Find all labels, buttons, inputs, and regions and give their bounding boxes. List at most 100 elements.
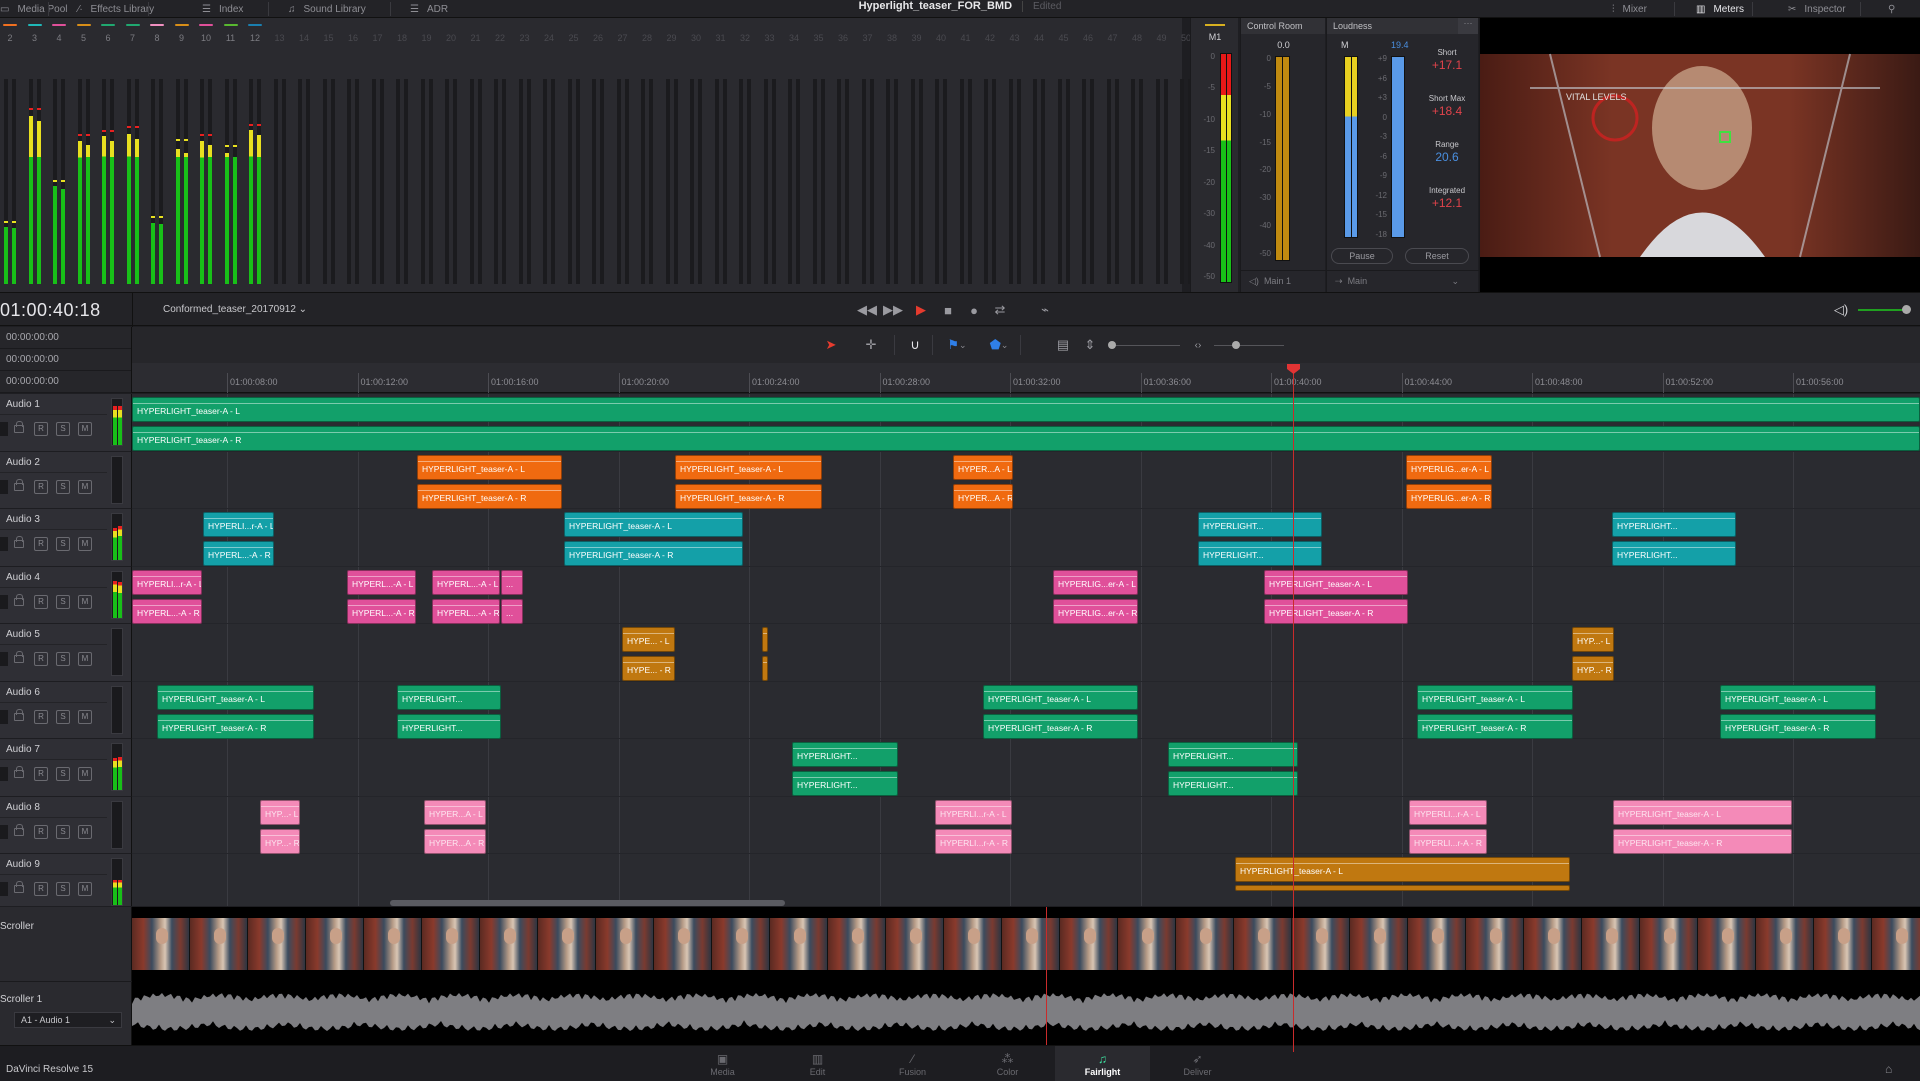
audio-clip[interactable]: HYPERLIGHT... (1612, 512, 1736, 537)
record-arm-button[interactable]: R (34, 537, 48, 551)
bridge-channel-inactive[interactable]: 34 (784, 18, 808, 292)
page-tab-fairlight[interactable]: ♫ Fairlight (1055, 1046, 1150, 1081)
audio-clip[interactable]: HYPERLIGHT... (1198, 512, 1322, 537)
audio-clip[interactable]: HYPERLIGHT_teaser-A - L (675, 454, 822, 480)
bridge-channel[interactable]: 8 (147, 18, 171, 292)
bridge-channel-inactive[interactable]: 26 (588, 18, 612, 292)
lock-icon[interactable] (14, 823, 24, 836)
adr-button[interactable]: ☰ ADR (410, 0, 448, 18)
audio-clip[interactable]: ... (501, 598, 523, 624)
mute-button[interactable]: M (78, 709, 92, 724)
audio-clip[interactable]: HYPERLI...r-A - L (203, 512, 274, 537)
metadata-button[interactable]: ⚲ (1888, 0, 1895, 18)
audio-clip[interactable]: HYPERLIGHT_teaser-A - R (1720, 713, 1876, 739)
record-arm-button[interactable]: R (34, 479, 48, 494)
bridge-channel-inactive[interactable]: 25 (564, 18, 588, 292)
solo-button[interactable]: S (56, 537, 70, 551)
page-tab-deliver[interactable]: ➶ Deliver (1150, 1046, 1245, 1081)
record-arm-button[interactable]: R (34, 824, 48, 839)
mute-button[interactable]: M (78, 422, 92, 436)
audio-clip[interactable]: HYPERLIGHT_teaser-A - L (1613, 799, 1792, 825)
audio-clip[interactable]: HYPERLI...r-A - R (935, 828, 1012, 854)
stop-button[interactable]: ■ (939, 301, 957, 319)
bridge-channel[interactable]: 5 (74, 18, 98, 292)
rewind-button[interactable]: ◀◀ (857, 301, 877, 319)
track-layout-button[interactable]: ▤ (1052, 336, 1074, 354)
bridge-channel[interactable]: 11 (221, 18, 245, 292)
audio-clip[interactable]: HYPERLIGHT_teaser-A - L (1264, 569, 1408, 595)
audio-clip[interactable]: HYPERLIGHT_teaser-A - L (983, 684, 1138, 710)
mute-button[interactable]: M (78, 767, 92, 781)
bridge-channel-inactive[interactable]: 29 (662, 18, 686, 292)
bridge-channel-inactive[interactable]: 35 (809, 18, 833, 292)
bridge-channel[interactable]: 7 (123, 18, 147, 292)
bridge-channel-inactive[interactable]: 17 (368, 18, 392, 292)
track-lane[interactable]: HYP...- L HYP...- R HYPER...A - L HYPER...A… (132, 796, 1920, 854)
solo-button[interactable]: S (56, 422, 70, 436)
lock-icon[interactable] (14, 536, 24, 548)
fast-forward-button[interactable]: ▶▶ (883, 301, 903, 319)
audio-clip[interactable]: HYPERL...-A - R (132, 598, 202, 624)
page-tab-color[interactable]: ⁂ Color (960, 1046, 1055, 1081)
audio-clip[interactable]: HYPERLIGHT_teaser-A - R (417, 483, 562, 509)
solo-button[interactable]: S (56, 882, 70, 896)
video-filmstrip[interactable] (132, 918, 1920, 970)
bridge-channel-inactive[interactable]: 38 (882, 18, 906, 292)
mute-button[interactable]: M (78, 652, 92, 666)
bridge-channel-inactive[interactable]: 13 (270, 18, 294, 292)
page-tab-fusion[interactable]: ⁄ Fusion (865, 1046, 960, 1081)
record-arm-button[interactable]: R (34, 594, 48, 609)
home-icon[interactable]: ⌂ (1885, 1062, 1892, 1076)
bridge-channel-inactive[interactable]: 48 (1127, 18, 1151, 292)
bridge-channel[interactable]: 2 (0, 18, 24, 292)
mute-button[interactable]: M (78, 824, 92, 839)
bridge-channel-inactive[interactable]: 20 (441, 18, 465, 292)
bridge-channel-inactive[interactable]: 43 (1005, 18, 1029, 292)
audio-clip[interactable]: HYPERLIG...er-A - R (1053, 598, 1138, 624)
audio-clip[interactable]: HYPERLI...r-A - R (1409, 828, 1487, 854)
lock-icon[interactable] (14, 766, 24, 778)
bridge-channel-inactive[interactable]: 16 (343, 18, 367, 292)
track-lane[interactable]: HYPERLIGHT_teaser-A - L HYPERLIGHT_teaser… (132, 451, 1920, 509)
marker-button[interactable]: ⬟ ⌄ (984, 336, 1014, 354)
audio-scroller-source-select[interactable]: A1 - Audio 1 ⌄ (14, 1012, 122, 1028)
sound-library-button[interactable]: ♫ Sound Library (288, 0, 366, 18)
audio-clip[interactable]: HYPE... - L (622, 627, 675, 652)
track-lane[interactable]: HYPERLIGHT_teaser-A - L (132, 854, 1920, 906)
selection-tool-button[interactable]: ➤ (822, 336, 840, 354)
audio-clip[interactable]: HYPERLI...r-A - L (1409, 799, 1487, 825)
audio-waveform[interactable] (132, 982, 1920, 1042)
audio-clip[interactable]: HYPE... - R (622, 656, 675, 681)
audio-clip[interactable]: HYPERLIGHT_teaser-A - L (417, 454, 562, 480)
audio-clip[interactable]: HYPERLIGHT_teaser-A - R (564, 541, 743, 566)
bridge-channel-inactive[interactable]: 21 (466, 18, 490, 292)
audio-clip[interactable]: HYPERLIGHT_teaser-A - R (1613, 828, 1792, 854)
audio-clip[interactable]: HYPERLIGHT_teaser-A - L (564, 512, 743, 537)
bridge-channel-inactive[interactable]: 23 (515, 18, 539, 292)
bridge-channel-inactive[interactable]: 47 (1103, 18, 1127, 292)
record-arm-button[interactable]: R (34, 767, 48, 781)
bridge-channel[interactable]: 6 (98, 18, 122, 292)
bridge-channel-inactive[interactable]: 24 (539, 18, 563, 292)
audio-clip[interactable]: HYPERL...-A - R (432, 598, 500, 624)
record-arm-button[interactable]: R (34, 882, 48, 896)
bridge-channel-inactive[interactable]: 42 (980, 18, 1004, 292)
audio-clip[interactable]: HYP...- R (260, 828, 300, 854)
index-button[interactable]: ☰ Index (202, 0, 243, 18)
record-arm-button[interactable]: R (34, 709, 48, 724)
bridge-channel[interactable]: 4 (49, 18, 73, 292)
timeline-horizontal-scrollbar[interactable] (390, 900, 785, 906)
audio-clip[interactable] (1235, 885, 1570, 891)
audio-clip[interactable]: HYPERLIGHT... (1168, 742, 1298, 767)
audio-clip[interactable]: HYPERLIGHT... (792, 771, 898, 796)
audio-clip[interactable]: HYPERLI...r-A - L (935, 799, 1012, 825)
audio-clip[interactable]: HYPERLIGHT_teaser-A - R (675, 483, 822, 509)
track-lane[interactable]: HYPERLIGHT... HYPERLIGHT... HYPERLIGHT... H… (132, 739, 1920, 797)
audio-clip[interactable]: HYPER...A - R (424, 828, 486, 854)
bridge-channel-inactive[interactable]: 28 (637, 18, 661, 292)
track-lane[interactable]: HYPERLI...r-A - L HYPERL...-A - R HYPERLIG… (132, 509, 1920, 567)
audio-clip[interactable]: HYPERLIGHT_teaser-A - R (1264, 598, 1408, 624)
audio-clip[interactable]: HYPERLIGHT_teaser-A - L (1235, 857, 1570, 882)
bridge-channel-inactive[interactable]: 46 (1078, 18, 1102, 292)
audio-clip[interactable]: HYPERLIG...er-A - L (1406, 454, 1492, 480)
